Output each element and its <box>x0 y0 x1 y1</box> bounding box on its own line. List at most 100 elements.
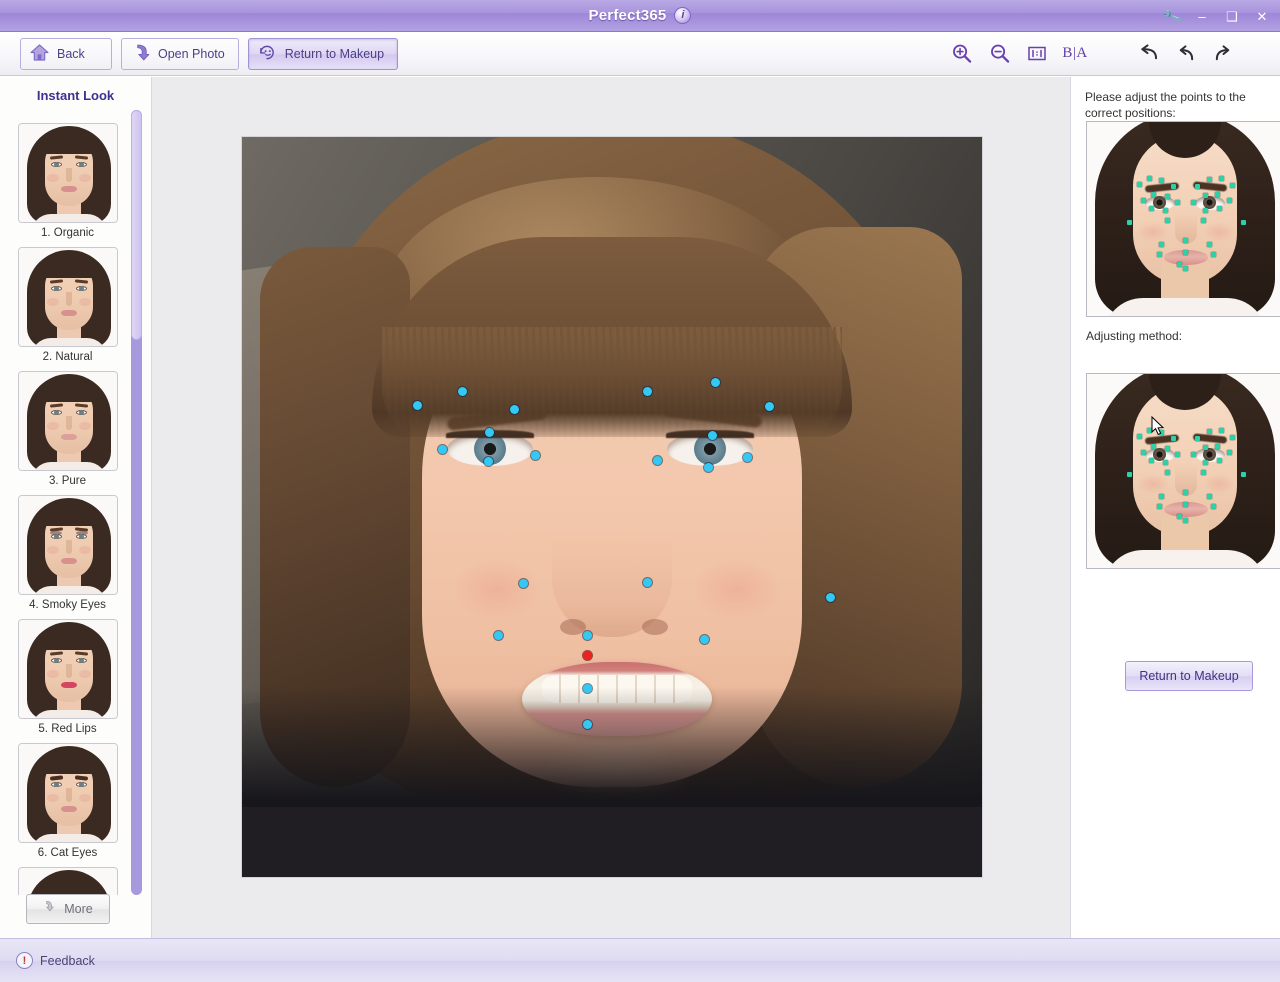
landmark-point[interactable] <box>742 452 752 462</box>
landmark-point[interactable] <box>699 634 709 644</box>
preview-landmark-point <box>1216 205 1222 211</box>
preview-landmark-point <box>1150 191 1156 197</box>
preview-landmark-point <box>1206 428 1212 434</box>
instant-look-list[interactable]: 1. Organic 2. Natural 3. Pure 4. Smoky Eyes… <box>0 117 135 895</box>
preview-landmark-point <box>1202 207 1208 213</box>
more-button-wrap: More <box>0 894 135 924</box>
undo-icon[interactable] <box>1166 37 1204 71</box>
feedback-icon: ! <box>16 952 33 969</box>
landmark-point[interactable] <box>493 630 503 640</box>
preview-landmark-point <box>1164 469 1170 475</box>
preview-landmark-point <box>1226 449 1232 455</box>
instant-look-item[interactable]: 3. Pure <box>0 365 135 489</box>
landmark-point[interactable] <box>483 456 493 466</box>
preview-landmark-point <box>1176 513 1182 519</box>
instant-look-item[interactable]: 4. Smoky Eyes <box>0 489 135 613</box>
landmark-point[interactable] <box>652 455 662 465</box>
toolbar-left-group: Back Open Photo Return to Makeup <box>0 37 399 70</box>
landmark-point[interactable] <box>518 578 528 588</box>
actual-size-icon[interactable] <box>1018 37 1056 71</box>
landmark-point[interactable] <box>484 427 494 437</box>
return-to-makeup-button[interactable]: Return to Makeup <box>1125 661 1253 691</box>
adjust-points-hint: Please adjust the points to the correct … <box>1085 90 1246 120</box>
instant-look-item[interactable]: 6. Cat Eyes <box>0 737 135 861</box>
close-icon[interactable]: ✕ <box>1248 3 1276 29</box>
preview-landmark-point <box>1148 457 1154 463</box>
preview-landmark-point <box>1162 459 1168 465</box>
minimize-icon[interactable]: – <box>1188 3 1216 29</box>
landmark-point[interactable] <box>412 400 422 410</box>
instant-look-item[interactable]: 1. Organic <box>0 117 135 241</box>
method-model-shoulders <box>1103 550 1267 568</box>
zoom-in-icon[interactable] <box>942 37 980 71</box>
landmark-point[interactable] <box>764 401 774 411</box>
landmark-point[interactable] <box>582 630 592 640</box>
instant-look-panel: Instant Look 1. Organic 2. Natural 3. Pure… <box>0 77 152 938</box>
restore-icon[interactable]: ❑ <box>1218 3 1246 29</box>
preview-landmark-point <box>1158 177 1164 183</box>
window-controls: 🔧 – ❑ ✕ <box>1158 0 1276 32</box>
landmark-point[interactable] <box>457 386 467 396</box>
landmark-point[interactable] <box>710 377 720 387</box>
landmark-point[interactable] <box>642 386 652 396</box>
landmark-point[interactable] <box>703 462 713 472</box>
preview-landmark-point <box>1146 175 1152 181</box>
instant-look-thumbnail[interactable] <box>17 619 118 719</box>
open-photo-button[interactable]: Open Photo <box>121 37 239 70</box>
preview-landmark-point <box>1140 197 1146 203</box>
instant-look-label: 2. Natural <box>42 351 93 363</box>
model-right-blush <box>1203 222 1235 242</box>
reference-points-preview <box>1086 121 1280 317</box>
instant-look-thumbnail[interactable] <box>17 371 118 471</box>
landmark-point[interactable] <box>530 450 540 460</box>
return-to-makeup-label: Return to Makeup <box>1139 669 1239 683</box>
preview-landmark-point <box>1200 217 1206 223</box>
feedback-button[interactable]: ! Feedback <box>0 952 95 969</box>
preview-landmark-point <box>1206 241 1212 247</box>
landmark-point[interactable] <box>642 577 652 587</box>
instant-look-label: 5. Red Lips <box>38 723 97 735</box>
landmark-point[interactable] <box>582 719 592 729</box>
look-face-preview <box>18 372 117 470</box>
bottom-bar: ! Feedback I ❤ it! (0) ◄ ► View My Favor… <box>0 938 1280 982</box>
preview-landmark-point <box>1182 489 1188 495</box>
back-button[interactable]: Back <box>20 37 112 70</box>
before-after-compare-button[interactable]: B|A <box>1056 37 1094 71</box>
look-face-preview <box>18 620 117 718</box>
adjust-points-panel: Please adjust the points to the correct … <box>1072 77 1280 938</box>
landmark-point[interactable] <box>582 683 592 693</box>
zoom-out-icon[interactable] <box>980 37 1018 71</box>
landmark-point-selected[interactable] <box>582 650 592 660</box>
return-to-makeup-toolbar-button[interactable]: Return to Makeup <box>247 37 399 70</box>
main-toolbar: Back Open Photo Return to Makeup B|A <box>0 32 1280 76</box>
preview-landmark-point <box>1226 197 1232 203</box>
instant-look-thumbnail[interactable] <box>17 123 118 223</box>
landmark-point[interactable] <box>707 430 717 440</box>
reset-icon[interactable] <box>1128 37 1166 71</box>
landmark-point[interactable] <box>509 404 519 414</box>
preview-landmark-point <box>1148 205 1154 211</box>
instant-look-item[interactable]: 5. Red Lips <box>0 613 135 737</box>
landmark-point[interactable] <box>437 444 447 454</box>
instant-look-thumbnail[interactable] <box>17 247 118 347</box>
left-nostril <box>560 619 586 635</box>
instant-look-scrollbar-thumb[interactable] <box>131 110 142 340</box>
landmark-point[interactable] <box>825 592 835 602</box>
more-looks-button[interactable]: More <box>25 894 110 924</box>
settings-wrench-icon[interactable]: 🔧 <box>1154 0 1189 33</box>
instant-look-thumbnail[interactable] <box>17 867 118 895</box>
photo-canvas[interactable] <box>152 77 1071 938</box>
instant-look-thumbnail[interactable] <box>17 495 118 595</box>
redo-icon[interactable] <box>1204 37 1242 71</box>
instant-look-item[interactable] <box>0 861 135 895</box>
preview-landmark-point <box>1174 199 1180 205</box>
preview-landmark-point <box>1194 183 1200 189</box>
info-icon[interactable]: i <box>674 7 692 24</box>
instant-look-scrollbar-track[interactable] <box>131 110 142 895</box>
instant-look-item[interactable]: 2. Natural <box>0 241 135 365</box>
preview-landmark-point <box>1136 433 1142 439</box>
model-left-blush <box>1137 222 1169 242</box>
instant-look-thumbnail[interactable] <box>17 743 118 843</box>
adjusting-method-preview <box>1086 373 1280 569</box>
edited-photo[interactable] <box>242 137 982 877</box>
